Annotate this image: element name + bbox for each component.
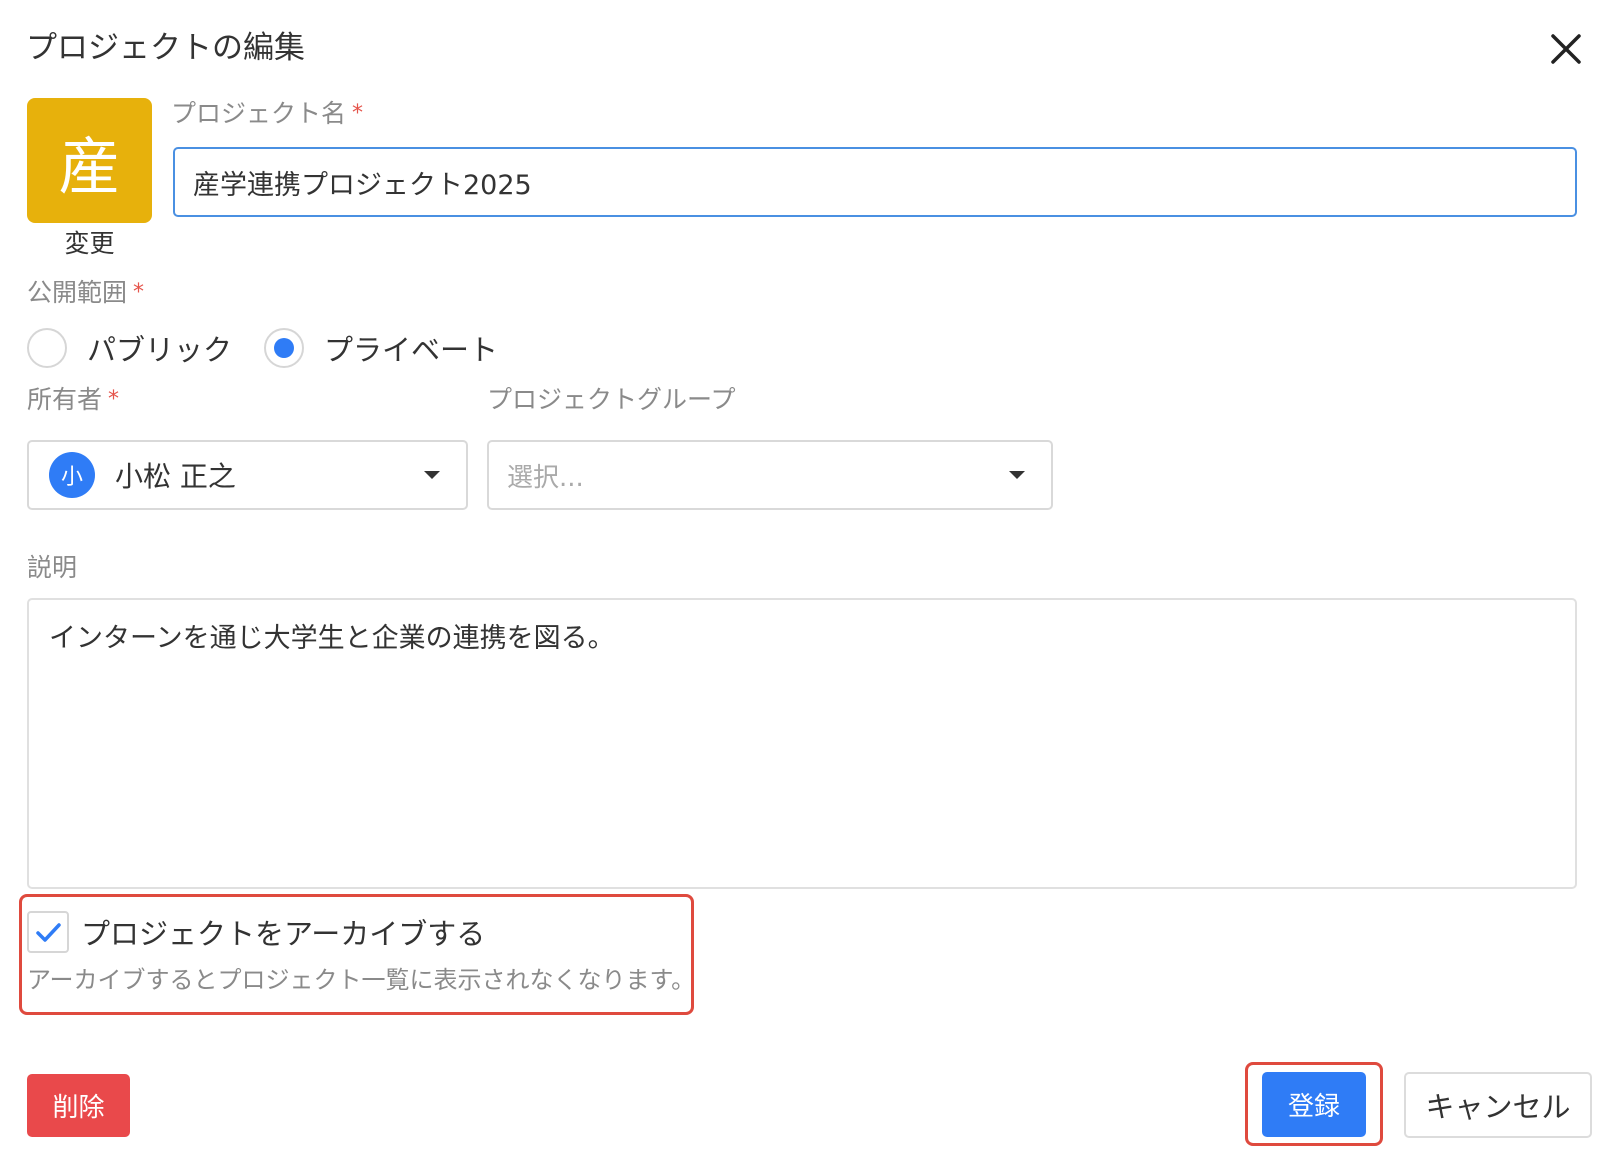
- owner-select-value: 小松 正之: [115, 460, 236, 493]
- archive-help-text: アーカイブするとプロジェクト一覧に表示されなくなります。: [27, 966, 696, 994]
- visibility-label: 公開範囲 *: [27, 276, 144, 310]
- project-group-label: プロジェクトグループ: [487, 385, 736, 414]
- close-button[interactable]: [1548, 31, 1584, 67]
- archive-checkbox[interactable]: [27, 911, 69, 953]
- project-icon[interactable]: 産: [27, 98, 152, 223]
- project-name-input[interactable]: [173, 147, 1577, 217]
- required-mark: *: [352, 101, 364, 126]
- visibility-label-text: 公開範囲: [27, 278, 128, 307]
- owner-select[interactable]: 小 小松 正之: [27, 440, 468, 510]
- owner-label-text: 所有者: [27, 385, 103, 414]
- visibility-radio-group: パブリック プライベート: [27, 326, 530, 370]
- cancel-button[interactable]: キャンセル: [1404, 1072, 1592, 1138]
- project-group-placeholder: 選択...: [507, 462, 584, 493]
- radio-private-circle[interactable]: [264, 328, 305, 368]
- dialog-title: プロジェクトの編集: [26, 30, 305, 66]
- required-mark: *: [133, 280, 145, 305]
- project-name-label: プロジェクト名 *: [171, 97, 363, 131]
- register-button[interactable]: 登録: [1262, 1072, 1366, 1137]
- owner-label: 所有者 *: [27, 383, 119, 417]
- radio-private[interactable]: プライベート: [264, 327, 498, 369]
- radio-public-circle[interactable]: [27, 328, 67, 368]
- radio-selected-dot: [274, 338, 295, 358]
- project-name-label-text: プロジェクト名: [171, 99, 347, 128]
- archive-checkbox-label: プロジェクトをアーカイブする: [81, 917, 486, 951]
- check-icon: [36, 923, 61, 942]
- project-group-select[interactable]: 選択...: [487, 440, 1053, 510]
- radio-private-label: プライベート: [324, 333, 499, 367]
- radio-public[interactable]: パブリック: [27, 327, 232, 369]
- description-textarea[interactable]: インターンを通じ大学生と企業の連携を図る。: [27, 598, 1577, 889]
- owner-avatar: 小: [49, 452, 95, 498]
- required-mark: *: [108, 387, 120, 412]
- chevron-down-icon: [1009, 471, 1025, 479]
- archive-checkbox-row[interactable]: プロジェクトをアーカイブする: [27, 910, 485, 954]
- description-label: 説明: [27, 553, 78, 582]
- chevron-down-icon: [424, 471, 440, 479]
- change-icon-link[interactable]: 変更: [27, 226, 152, 262]
- delete-button[interactable]: 削除: [27, 1074, 130, 1137]
- close-icon: [1551, 34, 1581, 64]
- radio-public-label: パブリック: [87, 333, 233, 367]
